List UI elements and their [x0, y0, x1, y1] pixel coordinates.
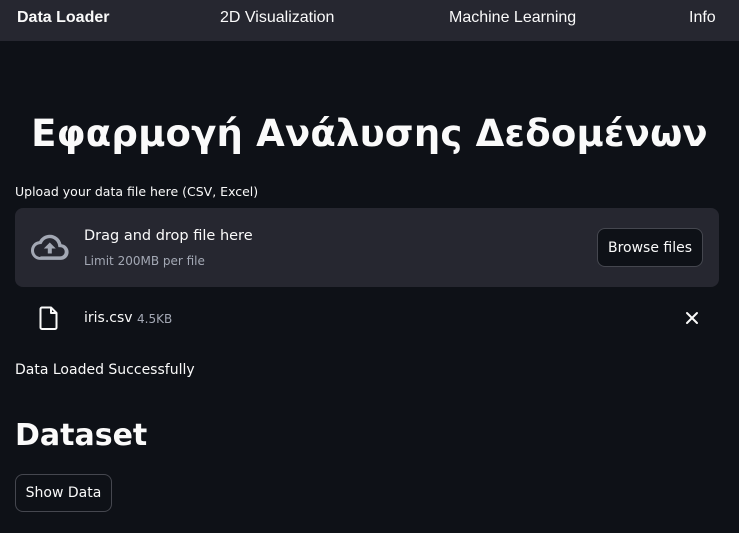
nav-item-data-loader[interactable]: Data Loader — [17, 0, 109, 41]
uploaded-file-row: iris.csv 4.5KB — [15, 300, 719, 336]
show-data-button[interactable]: Show Data — [15, 474, 112, 512]
nav-item-machine-learning[interactable]: Machine Learning — [449, 0, 576, 41]
uploaded-file-size: 4.5KB — [137, 312, 173, 326]
page-title: Εφαρμογή Ανάλυσης Δεδομένων — [31, 112, 708, 155]
dropzone-limit: Limit 200MB per file — [84, 254, 205, 268]
status-message: Data Loaded Successfully — [15, 362, 195, 378]
cloud-upload-icon — [31, 234, 69, 260]
uploader-label: Upload your data file here (CSV, Excel) — [15, 184, 259, 199]
nav-item-2d-visualization[interactable]: 2D Visualization — [220, 0, 334, 41]
uploaded-file-name: iris.csv — [84, 310, 133, 326]
file-dropzone[interactable]: Drag and drop file here Limit 200MB per … — [15, 208, 719, 287]
dataset-heading: Dataset — [15, 418, 148, 453]
dropzone-title: Drag and drop file here — [84, 228, 253, 244]
close-icon[interactable] — [683, 309, 701, 327]
browse-files-button[interactable]: Browse files — [597, 228, 703, 267]
file-icon — [39, 306, 58, 330]
top-navigation-bar: Data Loader 2D Visualization Machine Lea… — [0, 0, 739, 41]
nav-item-info[interactable]: Info — [689, 0, 716, 41]
